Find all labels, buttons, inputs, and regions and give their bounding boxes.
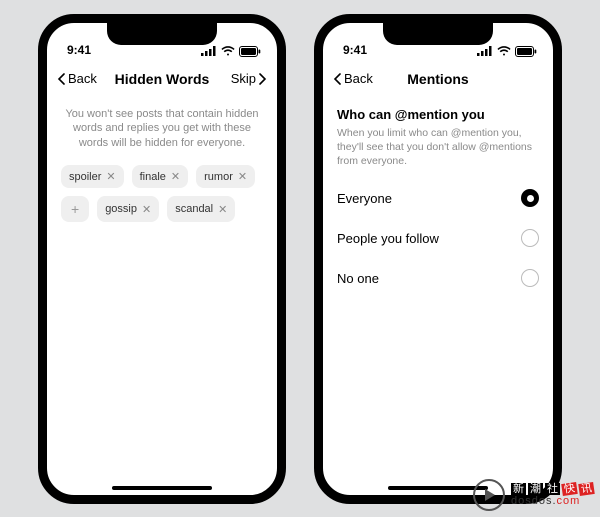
option-label: No one (337, 271, 379, 286)
back-button[interactable]: Back (333, 71, 373, 86)
content-area: You won't see posts that contain hidden … (47, 99, 277, 231)
close-icon[interactable]: ✕ (142, 203, 151, 216)
nav-bar: Back Mentions (323, 59, 553, 99)
play-icon (473, 479, 505, 511)
skip-label: Skip (231, 71, 256, 86)
skip-button[interactable]: Skip (231, 71, 267, 86)
close-icon[interactable]: ✕ (106, 170, 115, 183)
content-area: Who can @mention you When you limit who … (323, 99, 553, 307)
status-time: 9:41 (67, 43, 91, 57)
chip-label: gossip (105, 203, 137, 215)
back-label: Back (68, 71, 97, 86)
back-button[interactable]: Back (57, 71, 97, 86)
radio-icon (521, 229, 539, 247)
chip-label: finale (140, 171, 166, 183)
status-icons (477, 46, 537, 57)
battery-icon (515, 46, 537, 57)
option-label: Everyone (337, 191, 392, 206)
chip-rumor[interactable]: rumor ✕ (196, 165, 255, 188)
battery-icon (239, 46, 261, 57)
radio-icon (521, 269, 539, 287)
section-description: When you limit who can @mention you, the… (337, 126, 539, 169)
option-no-one[interactable]: No one (337, 258, 539, 298)
chevron-right-icon (259, 73, 267, 85)
chevron-left-icon (57, 73, 65, 85)
phone-hidden-words: 9:41 Back Hidden Words Skip You won't se… (38, 14, 286, 504)
watermark-text: 新潮社快讯 dosdos.com (511, 483, 594, 507)
close-icon[interactable]: ✕ (238, 170, 247, 183)
chip-finale[interactable]: finale ✕ (132, 165, 189, 188)
option-everyone[interactable]: Everyone (337, 178, 539, 218)
page-title: Mentions (407, 71, 468, 87)
phone-mentions: 9:41 Back Mentions Who can @mention you … (314, 14, 562, 504)
cellular-icon (201, 46, 217, 56)
chip-spoiler[interactable]: spoiler ✕ (61, 165, 124, 188)
wifi-icon (221, 46, 235, 56)
section-title: Who can @mention you (337, 107, 539, 122)
chip-scandal[interactable]: scandal ✕ (167, 196, 235, 222)
radio-icon (521, 189, 539, 207)
close-icon[interactable]: ✕ (171, 170, 180, 183)
cellular-icon (477, 46, 493, 56)
status-icons (201, 46, 261, 57)
watermark-cn: 新潮社快讯 (511, 483, 594, 495)
page-title: Hidden Words (115, 71, 210, 87)
option-label: People you follow (337, 231, 439, 246)
wifi-icon (497, 46, 511, 56)
notch (107, 23, 217, 45)
notch (383, 23, 493, 45)
chevron-left-icon (333, 73, 341, 85)
description-text: You won't see posts that contain hidden … (61, 107, 263, 152)
back-label: Back (344, 71, 373, 86)
nav-bar: Back Hidden Words Skip (47, 59, 277, 99)
chip-label: rumor (204, 171, 233, 183)
watermark: 新潮社快讯 dosdos.com (473, 479, 594, 511)
chip-list: spoiler ✕ finale ✕ rumor ✕ + gossip ✕ scanda… (61, 165, 263, 222)
home-indicator[interactable] (112, 486, 212, 490)
chip-gossip[interactable]: gossip ✕ (97, 196, 159, 222)
chip-label: spoiler (69, 171, 101, 183)
add-chip-button[interactable]: + (61, 196, 89, 222)
chip-label: scandal (175, 203, 213, 215)
option-people-you-follow[interactable]: People you follow (337, 218, 539, 258)
close-icon[interactable]: ✕ (218, 203, 227, 216)
status-time: 9:41 (343, 43, 367, 57)
watermark-url: dosdos.com (511, 495, 594, 507)
